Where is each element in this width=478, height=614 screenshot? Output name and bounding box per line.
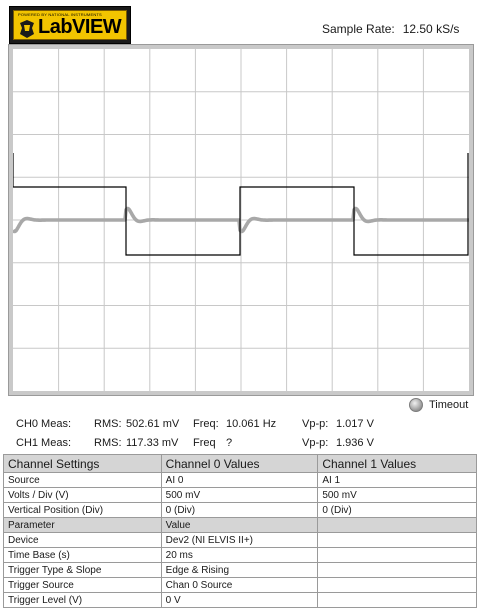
table-cell: Dev2 (NI ELVIS II+) — [160, 532, 319, 548]
ch1-rms-value: 117.33 mV — [126, 437, 179, 449]
table-row: Trigger Type & Slope Edge & Rising — [3, 562, 477, 578]
table-cell: Volts / Div (V) — [3, 487, 162, 503]
col-header-value: Value — [160, 517, 319, 533]
labview-logo: POWERED BY NATIONAL INSTRUMENTS LabVIEW — [9, 6, 131, 44]
table-cell: Source — [3, 472, 162, 488]
ch1-meas-label: CH1 Meas: — [16, 437, 72, 449]
ch0-meas-label: CH0 Meas: — [16, 418, 72, 430]
ni-eagle-icon — [20, 20, 34, 38]
ch0-freq-label: Freq: — [193, 418, 219, 430]
oscilloscope-graph — [8, 44, 474, 396]
table-cell: 0 V — [160, 592, 319, 608]
table-cell — [317, 592, 477, 608]
table-header-row: Channel Settings Channel 0 Values Channe… — [3, 454, 477, 473]
table-cell: 0 (Div) — [317, 502, 477, 518]
ch0-freq-value: 10.061 Hz — [226, 418, 277, 430]
table-cell: Chan 0 Source — [160, 577, 319, 593]
settings-table: Channel Settings Channel 0 Values Channe… — [3, 454, 477, 608]
table-cell: Device — [3, 532, 162, 548]
col-header-channel-0: Channel 0 Values — [160, 454, 319, 473]
table-row: Volts / Div (V) 500 mV 500 mV — [3, 487, 477, 503]
ch1-rms-label: RMS: — [94, 437, 122, 449]
table-cell: 500 mV — [317, 487, 477, 503]
table-row: Vertical Position (Div) 0 (Div) 0 (Div) — [3, 502, 477, 518]
table-cell: Trigger Level (V) — [3, 592, 162, 608]
table-cell: Time Base (s) — [3, 547, 162, 563]
table-cell — [317, 547, 477, 563]
table-row: Time Base (s) 20 ms — [3, 547, 477, 563]
table-cell: 0 (Div) — [160, 502, 319, 518]
sample-rate-value: 12.50 kS/s — [402, 22, 460, 36]
table-cell — [317, 562, 477, 578]
sample-rate-label: Sample Rate: — [322, 22, 395, 36]
ch1-vpp-label: Vp-p: — [302, 437, 329, 449]
ch0-rms-value: 502.61 mV — [126, 418, 180, 430]
table-cell: Edge & Rising — [160, 562, 319, 578]
table-row: Device Dev2 (NI ELVIS II+) — [3, 532, 477, 548]
table-row: Source AI 0 AI 1 — [3, 472, 477, 488]
ch0-rms-label: RMS: — [94, 418, 122, 430]
ch1-vpp-value: 1.936 V — [336, 437, 374, 449]
waveform-plot-area[interactable] — [13, 49, 469, 391]
col-header-channel-1: Channel 1 Values — [317, 454, 477, 473]
timeout-label: Timeout — [429, 398, 469, 411]
table-cell: Vertical Position (Div) — [3, 502, 162, 518]
table-row: Trigger Level (V) 0 V — [3, 592, 477, 608]
ch0-vpp-label: Vp-p: — [302, 418, 329, 430]
ch0-vpp-value: 1.017 V — [336, 418, 374, 430]
table-subheader-row: Parameter Value — [3, 517, 477, 533]
table-cell: Trigger Source — [3, 577, 162, 593]
timeout-led-icon — [409, 398, 423, 412]
table-cell — [317, 577, 477, 593]
table-cell: Trigger Type & Slope — [3, 562, 162, 578]
logo-text: LabVIEW — [38, 16, 122, 38]
table-cell: 20 ms — [160, 547, 319, 563]
col-header-parameter: Parameter — [3, 517, 162, 533]
timeout-indicator: Timeout — [409, 398, 468, 412]
table-cell: AI 0 — [160, 472, 319, 488]
table-cell — [317, 532, 477, 548]
sample-rate: Sample Rate: 12.50 kS/s — [322, 22, 459, 36]
col-header-empty — [317, 517, 477, 533]
col-header-channel-settings: Channel Settings — [3, 454, 162, 473]
ch1-freq-label: Freq — [193, 437, 216, 449]
table-cell: 500 mV — [160, 487, 319, 503]
ch1-freq-value: ? — [226, 437, 233, 449]
table-row: Trigger Source Chan 0 Source — [3, 577, 477, 593]
table-cell: AI 1 — [317, 472, 477, 488]
